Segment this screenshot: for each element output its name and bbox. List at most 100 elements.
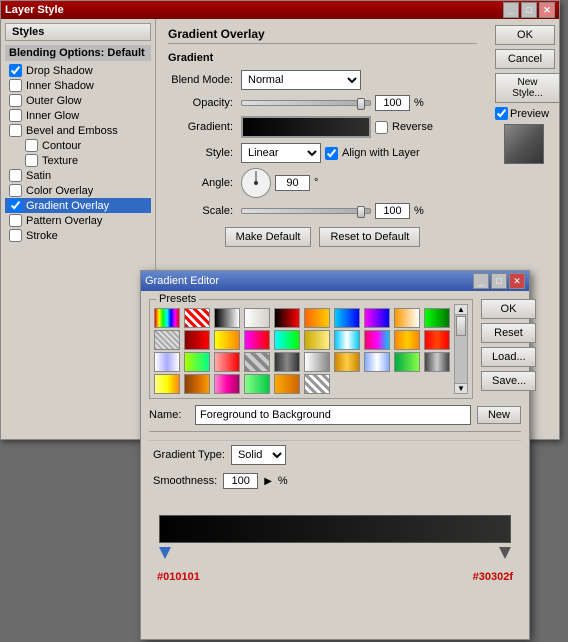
ok-button[interactable]: OK (495, 25, 555, 45)
style-item-pattern-overlay[interactable]: Pattern Overlay (5, 213, 151, 228)
texture-checkbox[interactable] (25, 154, 38, 167)
scroll-up-arrow[interactable]: ▲ (455, 305, 467, 315)
preset-34[interactable] (244, 374, 270, 394)
ge-reset-button[interactable]: Reset (481, 323, 536, 343)
opacity-thumb[interactable] (357, 98, 365, 110)
style-item-contour[interactable]: Contour (5, 138, 151, 153)
preset-33[interactable] (214, 374, 240, 394)
preset-29[interactable] (394, 352, 420, 372)
new-style-button[interactable]: New Style... (495, 73, 560, 103)
contour-checkbox[interactable] (25, 139, 38, 152)
style-item-texture[interactable]: Texture (5, 153, 151, 168)
preset-11[interactable] (154, 330, 180, 350)
style-item-outer-glow[interactable]: Outer Glow (5, 93, 151, 108)
gradient-bar[interactable] (159, 515, 511, 543)
preset-26[interactable] (304, 352, 330, 372)
inner-shadow-checkbox[interactable] (9, 79, 22, 92)
close-button[interactable]: ✕ (539, 2, 555, 18)
preset-25[interactable] (274, 352, 300, 372)
minimize-button[interactable]: _ (503, 2, 519, 18)
stroke-checkbox[interactable] (9, 229, 22, 242)
make-default-button[interactable]: Make Default (225, 227, 312, 247)
scale-slider[interactable] (241, 208, 371, 214)
satin-checkbox[interactable] (9, 169, 22, 182)
preset-35[interactable] (274, 374, 300, 394)
style-item-inner-glow[interactable]: Inner Glow (5, 108, 151, 123)
style-item-inner-shadow[interactable]: Inner Shadow (5, 78, 151, 93)
preset-9[interactable] (394, 308, 420, 328)
styles-header[interactable]: Styles (5, 23, 151, 41)
reset-to-default-button[interactable]: Reset to Default (319, 227, 420, 247)
ge-save-button[interactable]: Save... (481, 371, 536, 391)
maximize-button[interactable]: □ (521, 2, 537, 18)
pattern-overlay-checkbox[interactable] (9, 214, 22, 227)
preset-32[interactable] (184, 374, 210, 394)
cancel-button[interactable]: Cancel (495, 49, 555, 69)
ge-ok-button[interactable]: OK (481, 299, 536, 319)
color-overlay-checkbox[interactable] (9, 184, 22, 197)
right-color-stop[interactable] (499, 547, 511, 559)
ge-maximize-button[interactable]: □ (491, 273, 507, 289)
style-item-drop-shadow[interactable]: Drop Shadow (5, 63, 151, 78)
inner-glow-checkbox[interactable] (9, 109, 22, 122)
preset-5[interactable] (274, 308, 300, 328)
style-item-color-overlay[interactable]: Color Overlay (5, 183, 151, 198)
preset-2[interactable] (184, 308, 210, 328)
preset-13[interactable] (214, 330, 240, 350)
scale-input[interactable] (375, 203, 410, 219)
preset-16[interactable] (304, 330, 330, 350)
preset-30[interactable] (424, 352, 450, 372)
ge-load-button[interactable]: Load... (481, 347, 536, 367)
style-select[interactable]: Linear (241, 143, 321, 163)
preset-8[interactable] (364, 308, 390, 328)
preset-1[interactable] (154, 308, 180, 328)
preset-10[interactable] (424, 308, 450, 328)
style-item-stroke[interactable]: Stroke (5, 228, 151, 243)
name-input[interactable] (195, 405, 471, 425)
preset-7[interactable] (334, 308, 360, 328)
preset-12[interactable] (184, 330, 210, 350)
style-item-satin[interactable]: Satin (5, 168, 151, 183)
bevel-emboss-checkbox[interactable] (9, 124, 22, 137)
preset-15[interactable] (274, 330, 300, 350)
preset-31[interactable] (154, 374, 180, 394)
angle-input[interactable] (275, 175, 310, 191)
outer-glow-checkbox[interactable] (9, 94, 22, 107)
preset-36[interactable] (304, 374, 330, 394)
angle-dial[interactable] (241, 168, 271, 198)
smoothness-arrow[interactable]: ▶ (264, 476, 272, 487)
gradient-swatch[interactable] (241, 116, 371, 138)
ge-minimize-button[interactable]: _ (473, 273, 489, 289)
new-gradient-button[interactable]: New (477, 406, 521, 424)
preset-6[interactable] (304, 308, 330, 328)
preview-checkbox[interactable] (495, 107, 508, 120)
ge-close-button[interactable]: ✕ (509, 273, 525, 289)
blend-mode-select[interactable]: Normal (241, 70, 361, 90)
opacity-slider[interactable] (241, 100, 371, 106)
style-item-bevel-emboss[interactable]: Bevel and Emboss (5, 123, 151, 138)
gradient-type-select[interactable]: Solid Noise (231, 445, 286, 465)
align-with-layer-checkbox[interactable] (325, 147, 338, 160)
scale-thumb[interactable] (357, 206, 365, 218)
preset-24[interactable] (244, 352, 270, 372)
preset-4[interactable] (244, 308, 270, 328)
reverse-checkbox[interactable] (375, 121, 388, 134)
drop-shadow-checkbox[interactable] (9, 64, 22, 77)
gradient-overlay-checkbox[interactable] (9, 199, 22, 212)
scroll-thumb[interactable] (456, 316, 466, 336)
preset-19[interactable] (394, 330, 420, 350)
preset-22[interactable] (184, 352, 210, 372)
smoothness-input[interactable] (223, 473, 258, 489)
left-color-stop[interactable] (159, 547, 171, 559)
preset-27[interactable] (334, 352, 360, 372)
preset-20[interactable] (424, 330, 450, 350)
scroll-down-arrow[interactable]: ▼ (455, 383, 467, 393)
preset-21[interactable] (154, 352, 180, 372)
style-item-gradient-overlay[interactable]: Gradient Overlay (5, 198, 151, 213)
preset-3[interactable] (214, 308, 240, 328)
preset-28[interactable] (364, 352, 390, 372)
preset-18[interactable] (364, 330, 390, 350)
preset-17[interactable] (334, 330, 360, 350)
preset-23[interactable] (214, 352, 240, 372)
blending-options[interactable]: Blending Options: Default (5, 45, 151, 61)
